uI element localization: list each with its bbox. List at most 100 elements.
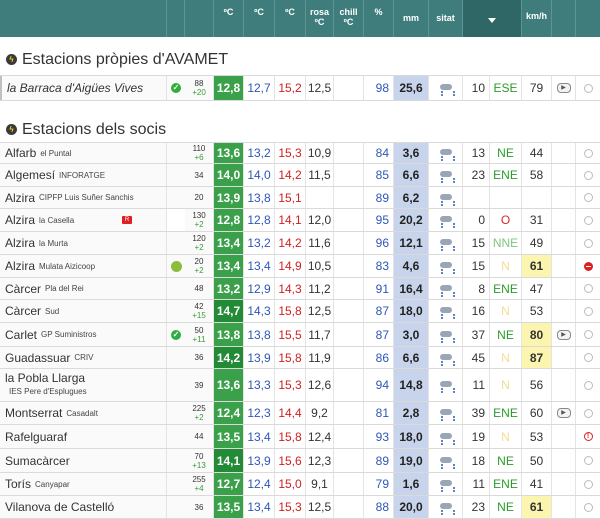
- municipality-link[interactable]: Torís: [5, 477, 31, 491]
- col-dewpoint[interactable]: rosa ºC: [306, 0, 334, 37]
- municipality-link[interactable]: la Pobla Llarga: [5, 372, 85, 385]
- table-row[interactable]: Alfarb el Puntal 110 +6 13,6 13,2 15,3 10,9 84 3,…: [0, 142, 600, 164]
- table-row[interactable]: Montserrat Casadalt 225 +2 12,4 12,3 14,4 9,2 81…: [0, 402, 600, 425]
- col-gust[interactable]: km/h: [522, 0, 552, 37]
- altitude-cell: 20: [185, 187, 214, 208]
- station-name-cell[interactable]: Carlet GP Suministros: [0, 323, 167, 346]
- precip-cell: 6,6: [394, 164, 429, 186]
- temp-max-cell: 13,4: [214, 232, 244, 254]
- temp-min-cell: 15,3: [275, 369, 306, 401]
- municipality-link[interactable]: Guadassuar: [5, 351, 70, 365]
- temp-mean-cell: 12,3: [244, 402, 275, 424]
- table-row[interactable]: la Pobla Llarga IES Pere d'Esplugues 39 13,…: [0, 369, 600, 402]
- table-row[interactable]: Rafelguaraf 44 13,5 13,4 15,8 12,4 93 18,0 19 N 53…: [0, 425, 600, 449]
- station-name-cell[interactable]: Algemesí INFORATGE: [0, 164, 167, 186]
- municipality-link[interactable]: Carlet: [5, 328, 37, 342]
- municipality-link[interactable]: Algemesí: [5, 168, 55, 182]
- station-name-cell[interactable]: Alzira la Murta: [0, 232, 167, 254]
- camera-cell: [552, 300, 576, 322]
- station-name-cell[interactable]: Rafelguaraf: [0, 425, 167, 448]
- wind-speed-cell: 11: [463, 369, 490, 401]
- station-name-cell[interactable]: Guadassuar CRIV: [0, 347, 167, 368]
- camera-cell[interactable]: ▶: [552, 402, 576, 424]
- station-name-cell[interactable]: Càrcer Pla del Rei: [0, 278, 167, 299]
- municipality-link[interactable]: Vilanova de Castelló: [5, 500, 114, 514]
- municipality-link[interactable]: Montserrat: [5, 406, 62, 420]
- col-station[interactable]: [0, 0, 167, 37]
- station-name-cell[interactable]: Alfarb el Puntal: [0, 143, 167, 163]
- camera-cell: [552, 255, 576, 277]
- flag-cell: [167, 425, 185, 448]
- municipality-link[interactable]: Alzira: [5, 236, 35, 250]
- wind-dir-cell: [490, 187, 522, 208]
- col-wind-sort[interactable]: [463, 0, 522, 37]
- col-windchill[interactable]: chill ºC: [334, 0, 364, 37]
- table-row[interactable]: Carlet GP Suministros ✓ 50 +11 13,8 13,8 15,5 11…: [0, 323, 600, 347]
- temp-max-cell: 13,2: [214, 278, 244, 299]
- table-row[interactable]: Guadassuar CRIV 36 14,2 13,9 15,8 11,9 86 6,6 45 N…: [0, 347, 600, 369]
- dewpoint-cell: 12,3: [306, 449, 334, 472]
- station-label: Canyapar: [35, 479, 70, 489]
- municipality-link[interactable]: Alzira: [5, 191, 35, 205]
- table-row[interactable]: Algemesí INFORATGE 34 14,0 14,0 14,2 11,5 85 6,6…: [0, 164, 600, 187]
- table-row[interactable]: Alzira la Casella R 130 +2 12,8 12,8 14,1 12,0 95…: [0, 209, 600, 232]
- station-name-cell[interactable]: Vilanova de Castelló: [0, 496, 167, 518]
- altitude-delta: +15: [192, 311, 206, 320]
- table-row[interactable]: Vilanova de Castelló 36 13,5 13,4 15,3 12,5 88…: [0, 496, 600, 519]
- table-row[interactable]: Torís Canyapar 255 +4 12,7 12,4 15,0 9,1 79 1,6 11…: [0, 473, 600, 496]
- station-name-cell[interactable]: Càrcer Sud: [0, 300, 167, 322]
- station-name-cell[interactable]: la Pobla Llarga IES Pere d'Esplugues: [0, 369, 167, 401]
- temp-mean-cell: 12,7: [244, 76, 275, 100]
- municipality-link[interactable]: Alzira: [5, 259, 35, 273]
- status-cell: [576, 402, 600, 424]
- station-name-cell[interactable]: Torís Canyapar: [0, 473, 167, 495]
- camera-icon[interactable]: ▶: [556, 329, 571, 340]
- table-row[interactable]: Càrcer Sud 42 +15 14,7 14,3 15,8 12,5 87 18,0 16 N 5…: [0, 300, 600, 323]
- table-row[interactable]: Sumacàrcer 70 +13 14,1 13,9 15,6 12,3 89 19,0 18 N…: [0, 449, 600, 473]
- altitude-value: 42: [194, 302, 204, 311]
- municipality-link[interactable]: Sumacàrcer: [5, 454, 70, 468]
- col-altitude[interactable]: [185, 0, 214, 37]
- camera-icon[interactable]: ▶: [556, 83, 571, 93]
- col-tmed[interactable]: ºC: [244, 0, 275, 37]
- station-label: la Casella: [39, 215, 75, 225]
- altitude-delta: +2: [194, 413, 204, 422]
- station-name-cell[interactable]: Alzira Mulata Aizicoop: [0, 255, 167, 277]
- col-humidity[interactable]: %: [364, 0, 394, 37]
- dewpoint-cell: 12,4: [306, 425, 334, 448]
- municipality-link[interactable]: la Barraca d'Aigües Vives: [7, 81, 143, 95]
- col-precip[interactable]: mm: [394, 0, 429, 37]
- status-cell: [576, 323, 600, 346]
- station-name-cell[interactable]: Alzira la Casella: [0, 209, 167, 231]
- station-name-cell[interactable]: Sumacàrcer: [0, 449, 167, 472]
- municipality-link[interactable]: Alzira: [5, 213, 35, 227]
- municipality-link[interactable]: Càrcer: [5, 304, 41, 318]
- municipality-link[interactable]: Càrcer: [5, 282, 41, 296]
- temp-max-cell: 12,7: [214, 473, 244, 495]
- table-row[interactable]: Càrcer Pla del Rei 48 13,2 12,9 14,3 11,2 91 16,…: [0, 278, 600, 300]
- clock-icon: [583, 306, 593, 316]
- table-row[interactable]: Alzira CIPFP Luis Suñer Sanchis 20 13,9 13,8…: [0, 187, 600, 209]
- altitude-cell: 36: [185, 496, 214, 518]
- status-cell: [576, 496, 600, 518]
- col-situation[interactable]: sitat: [429, 0, 463, 37]
- station-name-cell[interactable]: Montserrat Casadalt: [0, 402, 167, 424]
- municipality-link[interactable]: Alfarb: [5, 146, 36, 160]
- col-tmin[interactable]: ºC: [275, 0, 306, 37]
- table-row[interactable]: la Barraca d'Aigües Vives ✓ 88 +20 12,8 12,7 1…: [0, 75, 600, 101]
- humidity-cell: 89: [364, 187, 394, 208]
- camera-icon[interactable]: ▶: [556, 408, 571, 418]
- altitude-value: 120: [192, 234, 206, 243]
- table-row[interactable]: Alzira la Murta 120 +2 13,4 13,2 14,2 11,6 96 12,…: [0, 232, 600, 255]
- temp-max-cell: 12,4: [214, 402, 244, 424]
- warning-icon: !: [583, 432, 593, 441]
- verified-check-icon: ✓: [171, 329, 181, 340]
- camera-cell[interactable]: ▶: [552, 323, 576, 346]
- station-name-cell[interactable]: la Barraca d'Aigües Vives: [0, 76, 167, 100]
- station-name-cell[interactable]: Alzira CIPFP Luis Suñer Sanchis: [0, 187, 167, 208]
- municipality-link[interactable]: Rafelguaraf: [5, 430, 67, 444]
- col-tmax[interactable]: ºC: [214, 0, 244, 37]
- table-row[interactable]: Alzira Mulata Aizicoop 20 +2 13,4 13,4 14,9 10,…: [0, 255, 600, 278]
- flag-cell: [167, 255, 185, 277]
- camera-cell[interactable]: ▶: [552, 76, 576, 100]
